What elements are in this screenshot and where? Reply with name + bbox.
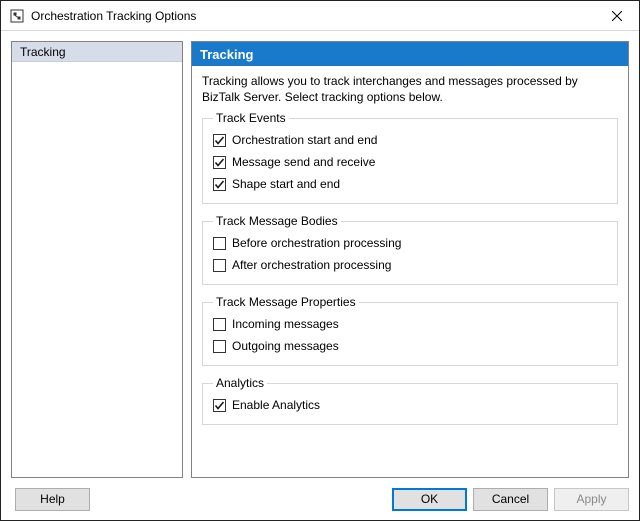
option-label: After orchestration processing	[232, 258, 391, 272]
option-after-orchestration-processing[interactable]: After orchestration processing	[213, 254, 607, 276]
apply-button[interactable]: Apply	[554, 488, 629, 511]
checkbox[interactable]	[213, 178, 226, 191]
checkbox[interactable]	[213, 399, 226, 412]
content-header: Tracking	[192, 42, 628, 66]
close-button[interactable]	[594, 1, 639, 31]
group-legend: Analytics	[213, 376, 267, 390]
option-label: Message send and receive	[232, 155, 375, 169]
option-before-orchestration-processing[interactable]: Before orchestration processing	[213, 232, 607, 254]
checkbox[interactable]	[213, 156, 226, 169]
option-label: Enable Analytics	[232, 398, 320, 412]
group-track-message-bodies: Track Message Bodies Before orchestratio…	[202, 214, 618, 285]
content-panel: Tracking Tracking allows you to track in…	[191, 41, 629, 478]
ok-button[interactable]: OK	[392, 488, 467, 511]
option-message-send-receive[interactable]: Message send and receive	[213, 151, 607, 173]
group-legend: Track Events	[213, 111, 289, 125]
content-header-label: Tracking	[200, 47, 253, 62]
group-legend: Track Message Properties	[213, 295, 359, 309]
category-sidebar: Tracking	[11, 41, 183, 478]
help-button[interactable]: Help	[15, 488, 90, 511]
titlebar: Orchestration Tracking Options	[1, 1, 639, 31]
option-outgoing-messages[interactable]: Outgoing messages	[213, 335, 607, 357]
option-label: Shape start and end	[232, 177, 340, 191]
content-description: Tracking allows you to track interchange…	[202, 73, 618, 105]
group-track-events: Track Events Orchestration start and end…	[202, 111, 618, 204]
window-title: Orchestration Tracking Options	[31, 9, 594, 23]
app-icon	[9, 8, 25, 24]
option-orchestration-start-end[interactable]: Orchestration start and end	[213, 129, 607, 151]
dialog-window: Orchestration Tracking Options Tracking …	[0, 0, 640, 521]
option-label: Before orchestration processing	[232, 236, 401, 250]
sidebar-item-tracking[interactable]: Tracking	[12, 42, 182, 62]
dialog-footer: Help OK Cancel Apply	[1, 478, 639, 520]
content-body: Tracking allows you to track interchange…	[192, 66, 628, 477]
group-legend: Track Message Bodies	[213, 214, 341, 228]
option-label: Orchestration start and end	[232, 133, 377, 147]
option-shape-start-end[interactable]: Shape start and end	[213, 173, 607, 195]
checkbox[interactable]	[213, 237, 226, 250]
option-incoming-messages[interactable]: Incoming messages	[213, 313, 607, 335]
checkbox[interactable]	[213, 318, 226, 331]
checkbox[interactable]	[213, 134, 226, 147]
group-analytics: Analytics Enable Analytics	[202, 376, 618, 425]
checkbox[interactable]	[213, 259, 226, 272]
option-label: Incoming messages	[232, 317, 339, 331]
cancel-button[interactable]: Cancel	[473, 488, 548, 511]
sidebar-item-label: Tracking	[20, 45, 66, 59]
checkbox[interactable]	[213, 340, 226, 353]
dialog-body: Tracking Tracking Tracking allows you to…	[1, 31, 639, 478]
option-enable-analytics[interactable]: Enable Analytics	[213, 394, 607, 416]
group-track-message-properties: Track Message Properties Incoming messag…	[202, 295, 618, 366]
option-label: Outgoing messages	[232, 339, 339, 353]
